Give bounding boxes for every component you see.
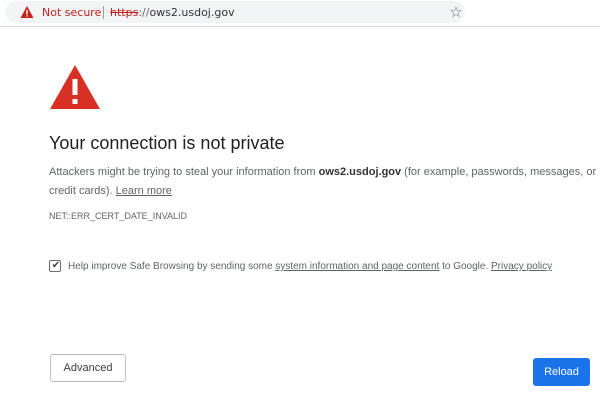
browser-window: Not secure https://ows2.usdoj.gov ☆ Your… xyxy=(0,0,600,400)
warning-triangle-icon[interactable] xyxy=(20,5,34,19)
description-text: Attackers might be trying to steal your … xyxy=(49,166,319,178)
url-text[interactable]: https://ows2.usdoj.gov xyxy=(110,6,235,19)
learn-more-link[interactable]: Learn more xyxy=(116,185,172,197)
safe-browsing-text-continued: to Google. xyxy=(439,261,492,272)
safe-browsing-checkbox[interactable]: ✔ xyxy=(49,260,61,272)
privacy-policy-link[interactable]: Privacy policy xyxy=(491,261,552,272)
reload-button[interactable]: Reload xyxy=(533,358,590,386)
address-bar[interactable]: Not secure https://ows2.usdoj.gov ☆ xyxy=(5,1,465,23)
error-description: Attackers might be trying to steal your … xyxy=(49,163,597,201)
advanced-button[interactable]: Advanced xyxy=(50,354,126,382)
browser-toolbar: Not secure https://ows2.usdoj.gov ☆ xyxy=(0,0,600,27)
safe-browsing-label: Help improve Safe Browsing by sending so… xyxy=(68,260,552,273)
safe-browsing-text: Help improve Safe Browsing by sending so… xyxy=(68,261,276,272)
url-scheme: https xyxy=(110,6,139,19)
warning-triangle-icon xyxy=(50,65,100,109)
star-icon[interactable]: ☆ xyxy=(448,4,464,20)
url-separator: :// xyxy=(138,6,150,19)
address-bar-divider xyxy=(103,6,104,19)
system-information-link[interactable]: system information and page content xyxy=(275,261,439,272)
not-secure-label[interactable]: Not secure xyxy=(42,6,101,19)
page-title: Your connection is not private xyxy=(49,133,285,153)
error-code: NET::ERR_CERT_DATE_INVALID xyxy=(49,211,188,221)
checkmark-icon: ✔ xyxy=(51,260,61,271)
url-host: ows2.usdoj.gov xyxy=(149,6,235,19)
description-host: ows2.usdoj.gov xyxy=(318,166,402,178)
